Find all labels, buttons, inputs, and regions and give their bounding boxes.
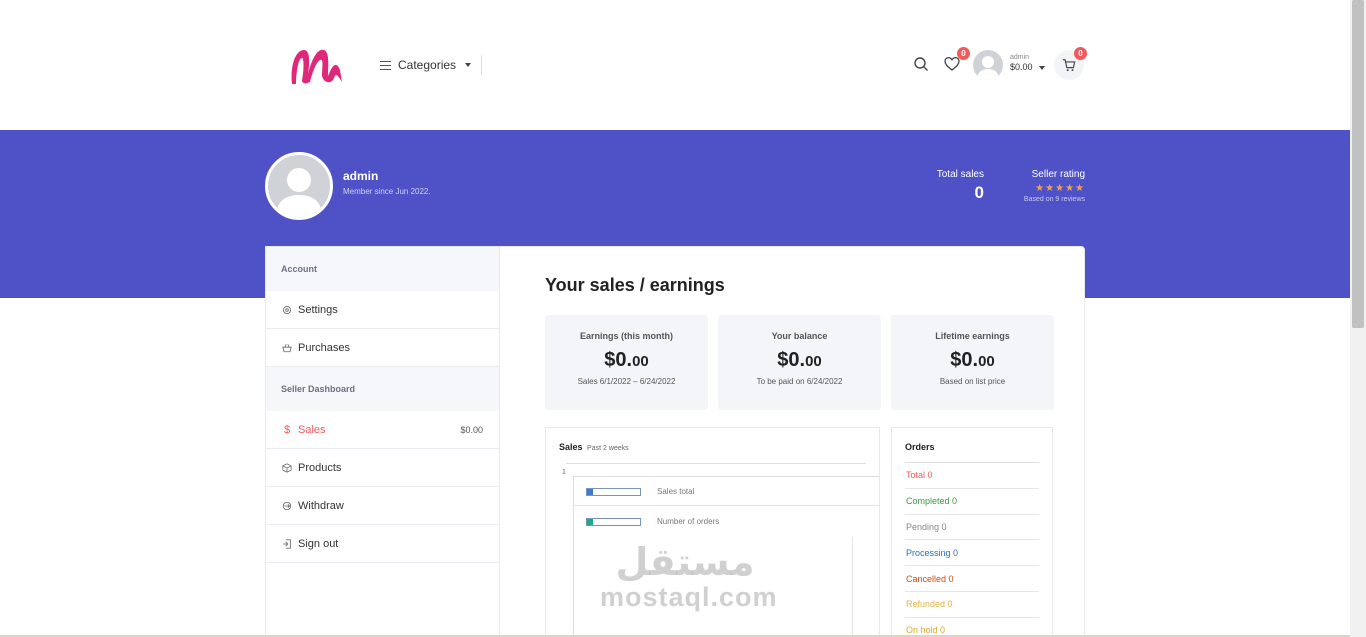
total-sales-stat: Total sales 0 bbox=[924, 169, 984, 203]
orders-row-completed[interactable]: Completed 0 bbox=[905, 489, 1039, 515]
sidebar-item-settings[interactable]: Settings bbox=[266, 291, 499, 329]
legend-label: Number of orders bbox=[657, 517, 720, 526]
page-scrollbar[interactable] bbox=[1350, 0, 1366, 637]
reviews-count: Based on 9 reviews bbox=[1023, 196, 1085, 203]
chart-gridline bbox=[566, 463, 866, 464]
sidebar-item-withdraw[interactable]: Withdraw bbox=[266, 487, 499, 525]
sales-chart: Sales Past 2 weeks 1 Sales total Number … bbox=[545, 427, 880, 637]
sidebar-section-account: Account bbox=[266, 247, 499, 291]
heart-icon[interactable] bbox=[944, 56, 960, 72]
sidebar-section-seller: Seller Dashboard bbox=[266, 367, 499, 411]
legend-swatch bbox=[586, 517, 641, 526]
sales-chart-subtitle: Past 2 weeks bbox=[587, 445, 629, 452]
cart-badge: 0 bbox=[1074, 47, 1087, 60]
wishlist-badge: 0 bbox=[957, 47, 970, 60]
gear-icon bbox=[282, 305, 292, 314]
scrollbar-thumb[interactable] bbox=[1352, 0, 1364, 328]
brand-logo[interactable] bbox=[286, 44, 344, 86]
profile-avatar bbox=[265, 152, 333, 220]
balance-card: Your balance $0.00 To be paid on 6/24/20… bbox=[718, 315, 881, 410]
user-name: admin bbox=[1010, 54, 1030, 61]
card-subtext: To be paid on 6/24/2022 bbox=[756, 377, 843, 386]
orders-title: Orders bbox=[905, 442, 1039, 463]
card-value: $0.00 bbox=[604, 349, 649, 371]
dollar-icon: $ bbox=[283, 423, 291, 436]
site-header: Categories 0 admin $0.00 0 bbox=[0, 0, 1350, 130]
sidebar-item-label: Withdraw bbox=[298, 499, 344, 512]
total-sales-label: Total sales bbox=[936, 169, 984, 180]
card-label: Lifetime earnings bbox=[935, 331, 1010, 341]
sidebar-item-label: Sign out bbox=[298, 537, 339, 550]
sales-chart-title: Sales Past 2 weeks bbox=[559, 442, 629, 452]
card-value: $0.00 bbox=[777, 349, 822, 371]
basket-icon bbox=[282, 343, 292, 352]
header-divider bbox=[481, 55, 482, 75]
sidebar-item-products[interactable]: Products bbox=[266, 449, 499, 487]
sidebar-item-purchases[interactable]: Purchases bbox=[266, 329, 499, 367]
rating-stars: ★★★★★ bbox=[1035, 183, 1085, 194]
sidebar-item-label: Settings bbox=[298, 303, 338, 316]
orders-summary: Orders Total 0 Completed 0 Pending 0 Pro… bbox=[891, 427, 1053, 637]
sales-panel: Your sales / earnings Earnings (this mon… bbox=[499, 246, 1085, 637]
orders-row-processing[interactable]: Processing 0 bbox=[905, 540, 1039, 567]
member-since: Member since Jun 2022. bbox=[343, 187, 431, 196]
chevron-down-icon bbox=[465, 63, 472, 67]
categories-label: Categories bbox=[398, 58, 457, 72]
card-label: Earnings (this month) bbox=[580, 331, 673, 341]
card-label: Your balance bbox=[771, 331, 828, 341]
lifetime-earnings-card: Lifetime earnings $0.00 Based on list pr… bbox=[891, 315, 1054, 410]
earnings-month-card: Earnings (this month) $0.00 Sales 6/1/20… bbox=[545, 315, 708, 410]
account-sidebar: Account Settings Purchases Seller Dashbo… bbox=[265, 246, 499, 637]
card-subtext: Sales 6/1/2022 – 6/24/2022 bbox=[577, 377, 676, 386]
sidebar-item-label: Purchases bbox=[298, 341, 350, 354]
card-subtext: Based on list price bbox=[939, 377, 1006, 386]
seller-rating-label: Seller rating bbox=[1031, 169, 1085, 180]
sidebar-item-label: Products bbox=[298, 461, 342, 474]
legend-divider bbox=[574, 505, 879, 506]
user-balance: $0.00 bbox=[1010, 62, 1033, 73]
sales-amount: $0.00 bbox=[460, 424, 483, 435]
orders-row-refunded[interactable]: Refunded 0 bbox=[905, 592, 1039, 618]
sidebar-item-label: Sales bbox=[298, 423, 326, 436]
orders-row-total[interactable]: Total 0 bbox=[905, 463, 1039, 489]
y-axis-tick: 1 bbox=[562, 469, 566, 476]
seller-rating-stat: Seller rating ★★★★★ Based on 9 reviews bbox=[1000, 169, 1085, 203]
withdraw-icon bbox=[282, 501, 292, 510]
card-value: $0.00 bbox=[950, 349, 995, 371]
user-menu[interactable]: admin $0.00 bbox=[1010, 54, 1045, 73]
chart-legend: Sales total Number of orders bbox=[573, 476, 879, 637]
legend-label: Sales total bbox=[657, 487, 695, 496]
cart-icon bbox=[1062, 59, 1076, 72]
legend-swatch bbox=[586, 487, 641, 496]
user-silhouette-icon bbox=[977, 56, 999, 80]
legend-divider bbox=[852, 537, 853, 637]
page-title: Your sales / earnings bbox=[545, 275, 725, 295]
user-silhouette-icon bbox=[276, 168, 322, 217]
sign-out-icon bbox=[282, 538, 291, 549]
menu-icon bbox=[380, 60, 391, 70]
sidebar-item-sign-out[interactable]: Sign out bbox=[266, 525, 499, 563]
orders-row-cancelled[interactable]: Cancelled 0 bbox=[905, 566, 1039, 592]
sidebar-item-sales[interactable]: $ Sales $0.00 bbox=[266, 411, 499, 449]
legend-item-sales-total[interactable]: Sales total bbox=[586, 487, 694, 496]
orders-row-pending[interactable]: Pending 0 bbox=[905, 515, 1039, 541]
categories-button[interactable]: Categories bbox=[380, 58, 472, 72]
profile-name: admin bbox=[343, 169, 379, 183]
box-icon bbox=[282, 462, 292, 473]
chevron-down-icon bbox=[1038, 65, 1045, 70]
legend-item-orders[interactable]: Number of orders bbox=[586, 517, 719, 526]
avatar[interactable] bbox=[973, 50, 1003, 80]
total-sales-value: 0 bbox=[974, 183, 984, 202]
search-icon[interactable] bbox=[913, 56, 929, 72]
